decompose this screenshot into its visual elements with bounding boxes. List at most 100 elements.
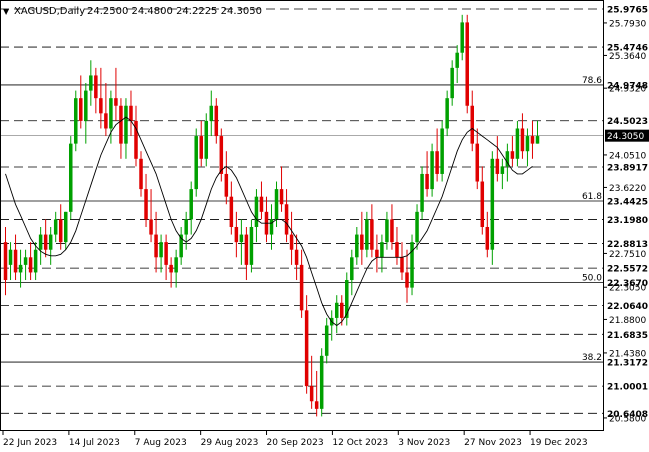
candle-body — [169, 264, 173, 273]
candle-body — [324, 325, 329, 356]
candle-body — [465, 22, 469, 106]
y-tick-label: 21.8800 — [609, 316, 646, 326]
candle-body — [274, 189, 279, 220]
candle-body — [380, 242, 384, 258]
candle-body — [74, 98, 78, 144]
candle-body — [119, 105, 123, 144]
candle-body — [38, 234, 43, 250]
candle-body — [420, 173, 424, 212]
candle-body — [53, 219, 58, 235]
x-tick-label: 22 Jun 2023 — [3, 438, 57, 448]
candle-body — [490, 158, 495, 250]
candle-body — [224, 173, 229, 197]
candle-body — [455, 52, 459, 68]
candle-body — [309, 386, 314, 402]
candle-body — [124, 105, 128, 144]
x-tick-label: 29 Aug 2023 — [201, 438, 259, 448]
candle-body — [239, 234, 244, 243]
level-label: 22.5572 — [607, 265, 648, 275]
x-tick-label: 3 Nov 2023 — [398, 438, 450, 448]
candle-body — [370, 219, 374, 250]
y-tick-label: 20.5800 — [609, 414, 646, 424]
candle-body — [510, 151, 515, 159]
candle-body — [229, 196, 234, 227]
candle-body — [63, 211, 68, 243]
candle-body — [249, 226, 254, 265]
candle-body — [304, 310, 309, 387]
candle-body — [334, 302, 339, 318]
candle-body — [18, 264, 23, 273]
candle-body — [209, 105, 214, 121]
dropdown-icon[interactable]: ▼ — [3, 7, 10, 16]
candle-body — [475, 143, 480, 182]
level-label: 23.8917 — [607, 163, 648, 173]
candle-body — [159, 242, 163, 258]
y-tick-label: 24.9320 — [609, 85, 646, 95]
candle-body — [390, 219, 394, 243]
candle-body — [430, 151, 434, 190]
candle-body — [425, 173, 429, 190]
candle-body — [164, 242, 168, 265]
ohlc-readout: 24.2500 24.4800 24.2225 24.3050 — [87, 6, 262, 17]
y-tick-label: 25.7930 — [609, 19, 646, 29]
price-chart: 78.661.850.038.2 25.976525.474624.974824… — [0, 0, 649, 452]
x-tick-label: 7 Aug 2023 — [135, 438, 187, 448]
candle-body — [500, 166, 505, 174]
candle-body — [254, 196, 259, 227]
current-price-label: 24.3050 — [607, 132, 644, 142]
level-label: 21.3172 — [607, 359, 648, 369]
candle-body — [94, 75, 98, 99]
candle-body — [184, 219, 188, 235]
level-label: 22.0640 — [607, 302, 648, 312]
level-label: 25.9765 — [607, 6, 648, 16]
candle-body — [104, 113, 108, 129]
candle-body — [139, 158, 143, 190]
candle-body — [68, 143, 73, 212]
candle-body — [33, 249, 38, 273]
x-tick-label: 12 Oct 2023 — [332, 438, 388, 448]
candle-body — [415, 211, 419, 243]
candle-body — [375, 249, 379, 258]
level-label: 22.8813 — [607, 240, 648, 250]
candle-body — [520, 128, 525, 152]
candle-body — [319, 355, 324, 409]
fib-label: 38.2 — [582, 353, 602, 363]
y-tick-label: 22.7510 — [609, 250, 646, 260]
candle-body — [8, 249, 13, 265]
candle-body — [294, 249, 299, 265]
fib-label: 50.0 — [582, 274, 602, 284]
level-label: 23.1980 — [607, 216, 648, 226]
candle-body — [204, 120, 209, 159]
candle-body — [445, 98, 449, 129]
candle-body — [365, 219, 369, 250]
candle-body — [279, 189, 284, 205]
candle-body — [84, 90, 88, 121]
fib-label: 61.8 — [582, 192, 602, 202]
candle-body — [154, 234, 158, 258]
candle-body — [259, 196, 264, 212]
candle-body — [89, 75, 93, 91]
candle-body — [350, 257, 354, 281]
candle-body — [199, 136, 203, 159]
candle-body — [495, 158, 500, 174]
chart-background — [0, 0, 649, 452]
candle-body — [480, 181, 485, 227]
level-label: 23.4425 — [607, 198, 648, 208]
candle-body — [299, 264, 304, 311]
candle-body — [289, 234, 294, 250]
candle-body — [214, 105, 219, 137]
candle-body — [149, 219, 153, 235]
symbol-label: XAGUSD,Daily — [14, 6, 85, 17]
x-tick-label: 20 Sep 2023 — [267, 438, 324, 448]
candle-body — [114, 98, 118, 106]
candle-body — [99, 98, 103, 114]
candle-body — [470, 105, 475, 144]
y-tick-label: 25.3640 — [609, 52, 646, 62]
candle-body — [234, 226, 239, 243]
candle-body — [450, 67, 454, 99]
candle-body — [355, 234, 359, 258]
candle-body — [284, 204, 289, 235]
candle-body — [395, 242, 399, 258]
candle-body — [129, 105, 133, 121]
candle-body — [410, 242, 414, 288]
